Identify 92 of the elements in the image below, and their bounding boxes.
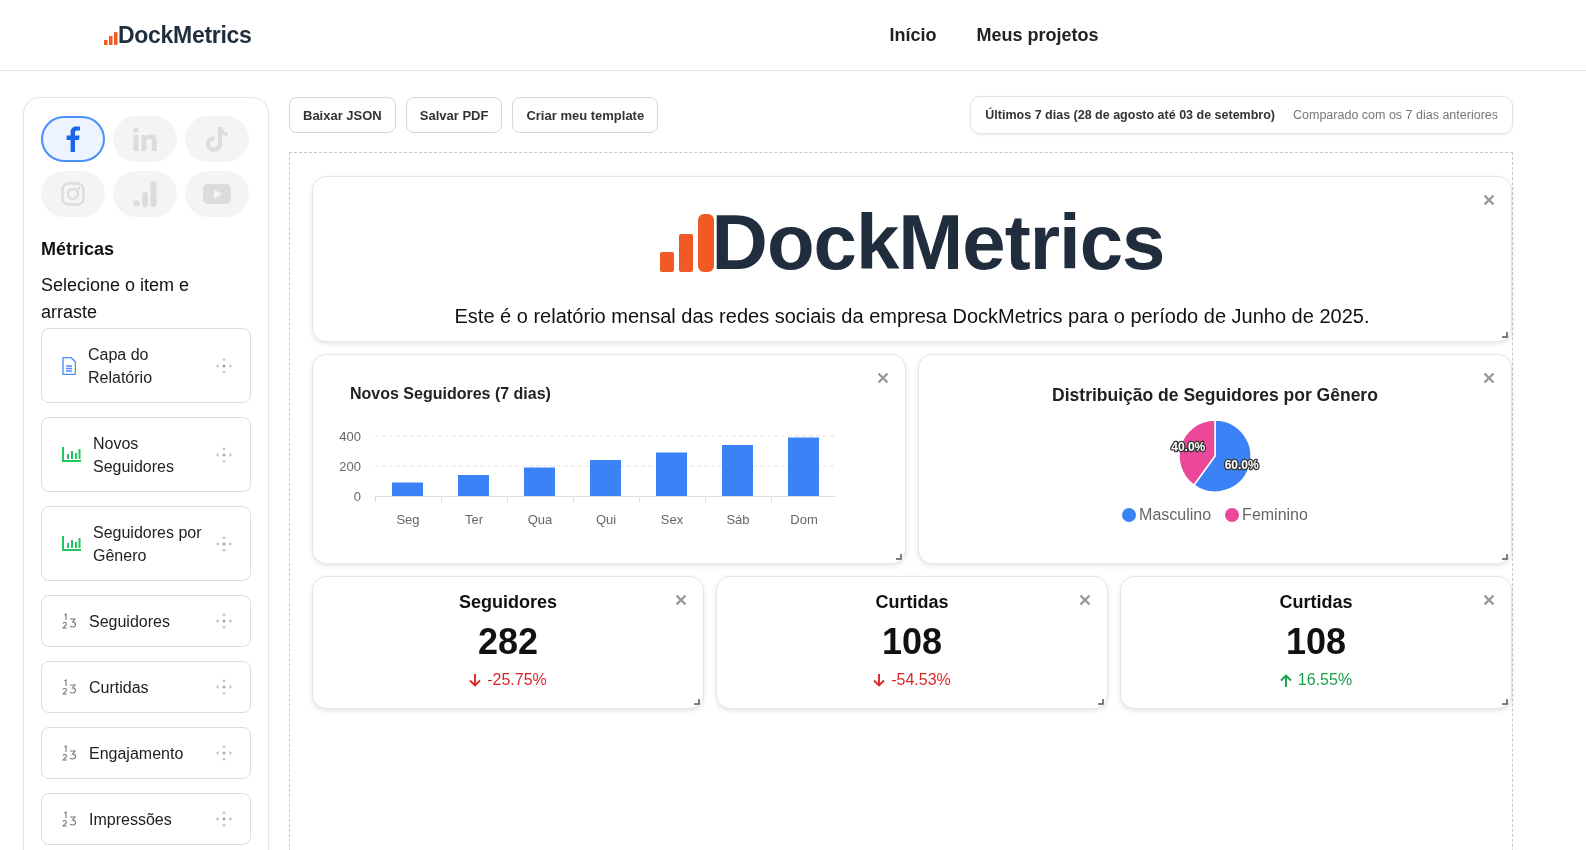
legend-label: Feminino xyxy=(1242,506,1308,524)
draggable-metric-item[interactable]: Seguidores xyxy=(41,595,251,647)
metric-value: 108 xyxy=(881,621,943,663)
instruction-text: Selecione o item e arraste xyxy=(41,274,191,324)
drag-handle-icon[interactable] xyxy=(216,613,232,629)
numbers-icon xyxy=(62,811,77,827)
item-label: Seguidores xyxy=(89,611,171,632)
date-range-selector[interactable]: Últimos 7 dias (28 de agosto até 03 de setembro) Comparado com os 7 dias anteriores xyxy=(970,96,1513,134)
close-icon[interactable] xyxy=(1483,194,1495,206)
draggable-metric-item[interactable]: Capa do Relatório xyxy=(41,328,251,403)
facebook-icon xyxy=(66,126,80,152)
axis-tick-label: Seg xyxy=(396,512,420,527)
resize-handle-icon[interactable] xyxy=(1502,332,1508,338)
bar-chart-icon xyxy=(62,536,81,551)
nav-link[interactable]: Início xyxy=(889,24,937,46)
metric-title: Curtidas xyxy=(1279,592,1353,613)
logo-text[interactable]: DockMetrics xyxy=(118,21,252,49)
bar xyxy=(392,482,423,496)
toolbar-button[interactable]: Baixar JSON xyxy=(289,97,396,133)
close-icon[interactable] xyxy=(1483,594,1495,606)
metric-value: 282 xyxy=(477,621,539,663)
bar xyxy=(524,467,555,496)
axis-tick-label: Qua xyxy=(527,512,553,527)
axis-tick-label: Ter xyxy=(464,512,484,527)
axis-tick-label: Sex xyxy=(660,512,684,527)
bar-chart-icon xyxy=(62,447,81,462)
tiktok-icon xyxy=(206,126,228,152)
bar xyxy=(590,460,621,496)
item-label: Curtidas xyxy=(89,677,150,698)
close-icon[interactable] xyxy=(1483,372,1495,384)
axis-tick-label: 200 xyxy=(339,459,361,474)
chart-title: Distribuição de Seguidores por Gênero xyxy=(1052,385,1378,406)
section-title: Métricas xyxy=(41,239,116,260)
report-description: Este é o relatório mensal das redes sociais da empresa DockMetrics para o período de Junho de 2025. xyxy=(454,305,1370,328)
axis-tick-label: Qui xyxy=(595,512,617,527)
resize-handle-icon[interactable] xyxy=(1098,699,1104,705)
bar xyxy=(458,475,489,496)
item-label: Novos Seguidores xyxy=(93,433,175,477)
draggable-metric-item[interactable]: Impressões xyxy=(41,793,251,845)
youtube-icon xyxy=(203,184,231,204)
drag-handle-icon[interactable] xyxy=(216,535,232,552)
toolbar-button[interactable]: Criar meu template xyxy=(512,97,659,133)
resize-handle-icon[interactable] xyxy=(694,699,700,705)
numbers-icon xyxy=(62,613,77,629)
resize-handle-icon[interactable] xyxy=(1502,699,1508,705)
bar xyxy=(656,452,687,496)
drag-handle-icon[interactable] xyxy=(216,679,232,695)
logo-text: DockMetrics xyxy=(711,209,1165,275)
draggable-metric-item[interactable]: Curtidas xyxy=(41,661,251,713)
item-label: Seguidores por Gênero xyxy=(93,522,203,566)
drag-handle-icon[interactable] xyxy=(216,446,232,463)
chart-title: Novos Seguidores (7 dias) xyxy=(350,385,552,403)
resize-handle-icon[interactable] xyxy=(1502,554,1508,560)
close-icon[interactable] xyxy=(877,372,889,384)
drag-handle-icon[interactable] xyxy=(216,811,232,827)
toolbar-button[interactable]: Salvar PDF xyxy=(405,97,503,133)
change-percentage: -54.53% xyxy=(891,671,951,689)
numbers-icon xyxy=(62,745,77,761)
instagram-icon xyxy=(61,182,85,206)
logo-bars-icon xyxy=(659,214,714,272)
bar xyxy=(788,437,819,496)
metric-value: 108 xyxy=(1285,621,1347,663)
axis-tick-label: Sáb xyxy=(726,512,750,527)
nav-link[interactable]: Meus projetos xyxy=(976,24,1099,46)
axis-tick-label: 0 xyxy=(353,489,361,504)
item-label: Capa do Relatório xyxy=(88,344,154,388)
drag-handle-icon[interactable] xyxy=(216,745,232,761)
close-icon[interactable] xyxy=(675,594,687,606)
item-label: Impressões xyxy=(89,809,173,830)
change-percentage: -25.75% xyxy=(487,671,547,689)
draggable-metric-item[interactable]: Seguidores por Gênero xyxy=(41,506,251,581)
comparison-text: Comparado com os 7 dias anteriores xyxy=(1293,108,1498,122)
document-icon xyxy=(62,356,76,375)
drag-handle-icon[interactable] xyxy=(216,357,232,374)
draggable-metric-item[interactable]: Engajamento xyxy=(41,727,251,779)
draggable-metric-item[interactable]: Novos Seguidores xyxy=(41,417,251,492)
linkedin-icon xyxy=(133,127,157,151)
date-range-text: Últimos 7 dias (28 de agosto até 03 de setembro) xyxy=(985,108,1276,122)
numbers-icon xyxy=(62,679,77,695)
metric-title: Seguidores xyxy=(459,592,557,613)
legend-label: Masculino xyxy=(1139,506,1212,524)
close-icon[interactable] xyxy=(1079,594,1091,606)
metric-title: Curtidas xyxy=(875,592,949,613)
resize-handle-icon[interactable] xyxy=(896,554,902,560)
change-percentage: 16.55% xyxy=(1297,671,1353,689)
network-tab[interactable] xyxy=(41,116,105,162)
item-label: Engajamento xyxy=(89,743,185,764)
bar xyxy=(722,445,753,496)
bar-chart-icon xyxy=(133,181,157,207)
logo-bars-icon xyxy=(104,30,118,45)
axis-tick-label: Dom xyxy=(790,512,818,527)
axis-tick-label: 400 xyxy=(339,429,361,444)
